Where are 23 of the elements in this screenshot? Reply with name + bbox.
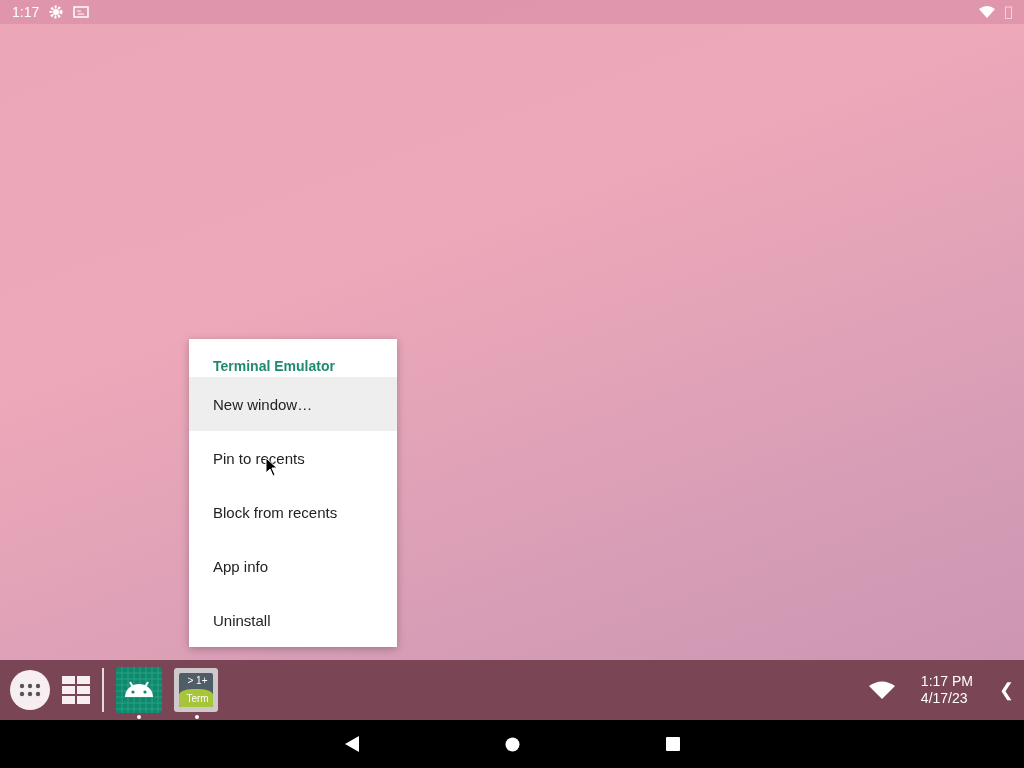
recents-button[interactable] bbox=[665, 737, 680, 751]
menu-title: Terminal Emulator bbox=[212, 357, 336, 376]
wifi-icon bbox=[979, 6, 995, 18]
collapse-button[interactable]: ❮ bbox=[999, 679, 1014, 701]
status-time: 1:17 bbox=[12, 4, 40, 20]
clock-date: 4/17/23 bbox=[920, 690, 969, 707]
menu-item[interactable]: Block from recents bbox=[189, 485, 397, 539]
menu-item[interactable]: New window… bbox=[189, 377, 397, 431]
screen-icon bbox=[73, 6, 90, 18]
clock-time: 1:17 PM bbox=[920, 673, 973, 690]
all-apps-button[interactable] bbox=[10, 670, 50, 710]
settings-icon bbox=[49, 5, 64, 19]
taskbar-app[interactable]: > 1+ Term bbox=[174, 667, 220, 713]
home-button[interactable] bbox=[504, 736, 520, 752]
dots-icon bbox=[19, 683, 41, 697]
battery-icon bbox=[1005, 5, 1012, 19]
grid-icon[interactable] bbox=[62, 676, 90, 704]
android-icon bbox=[116, 667, 162, 713]
menu-item[interactable]: App info bbox=[189, 539, 397, 593]
menu-item[interactable]: Uninstall bbox=[189, 593, 397, 647]
wifi-icon[interactable] bbox=[868, 681, 895, 699]
menu-item[interactable]: Pin to recents bbox=[189, 431, 397, 485]
back-button[interactable] bbox=[344, 736, 359, 752]
